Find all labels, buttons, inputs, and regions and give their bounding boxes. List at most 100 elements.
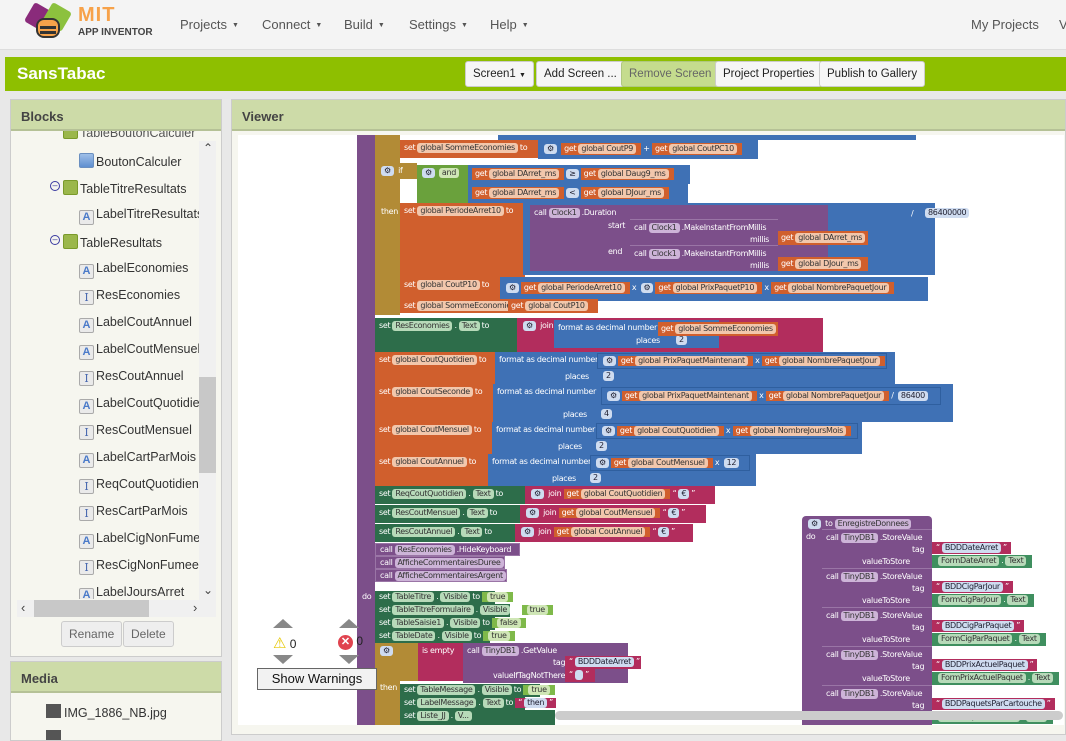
property-field[interactable]: Text bbox=[461, 527, 483, 537]
text-block[interactable]: “then” bbox=[515, 698, 557, 708]
delete-button[interactable]: Delete bbox=[123, 621, 174, 647]
var-field[interactable]: global DArret_ms bbox=[489, 188, 560, 198]
call-procedure-block[interactable]: call AfficheCommentairesArgent bbox=[375, 569, 507, 582]
property-field[interactable]: Visible bbox=[479, 605, 510, 615]
show-warnings-button[interactable]: Show Warnings bbox=[257, 668, 377, 690]
get-block[interactable]: get global PrixPaquetP10 bbox=[655, 282, 763, 294]
remove-screen-button[interactable]: Remove Screen bbox=[621, 61, 720, 87]
text-block[interactable]: “BDDDateArret” bbox=[565, 656, 641, 669]
property-field[interactable]: Visible bbox=[441, 631, 472, 641]
gear-icon[interactable]: ⚙ bbox=[506, 283, 519, 293]
format-decimal-block[interactable]: format as decimal number places 2 ⚙ get glo… bbox=[488, 454, 756, 486]
number-field[interactable]: 2 bbox=[676, 335, 687, 345]
set-global-block[interactable]: set global CoutMensuel to bbox=[375, 422, 495, 454]
menu-settings[interactable]: Settings ▼ bbox=[409, 17, 468, 32]
link-view-trash[interactable]: V bbox=[1059, 17, 1066, 32]
math-multiply-block[interactable]: ⚙ get global PrixPaquetMaintenant x get glo… bbox=[597, 353, 887, 369]
tree-item[interactable]: A LabelCigNonFumee bbox=[79, 531, 207, 549]
number-field[interactable]: 12 bbox=[723, 458, 740, 468]
math-divide-block[interactable]: ⚙ get global PrixPaquetMaintenant x get glo… bbox=[601, 387, 941, 405]
var-field[interactable]: global SommeEconomies bbox=[417, 301, 518, 311]
text-field[interactable]: € bbox=[658, 527, 670, 537]
set-property-block[interactable]: set TableMessage. Visible to true bbox=[400, 684, 555, 697]
component-field[interactable]: TableSaisie1 bbox=[392, 618, 445, 628]
make-instant-block[interactable]: call Clock1 .MakeInstantFromMillis millis bbox=[630, 245, 778, 271]
get-block[interactable]: get global DJour_ms bbox=[580, 187, 670, 199]
component-field[interactable]: TinyDB1 bbox=[840, 533, 878, 543]
gear-icon[interactable]: ⚙ bbox=[531, 489, 544, 499]
workspace-horizontal-scrollbar[interactable] bbox=[555, 711, 1063, 720]
var-field[interactable]: global CoutAnnuel bbox=[570, 527, 646, 537]
tree-item-tabletitreresultats[interactable]: TableTitreResultats bbox=[63, 180, 187, 196]
component-field[interactable]: TableTitre bbox=[392, 592, 435, 602]
number-field[interactable]: 2 bbox=[603, 371, 614, 381]
text-field[interactable]: BDDPaquetsParCartouche bbox=[941, 699, 1045, 709]
boolean-block[interactable]: true bbox=[523, 685, 555, 695]
project-properties-button[interactable]: Project Properties bbox=[715, 61, 823, 87]
get-property-block[interactable]: FormDateArret. Text bbox=[932, 555, 1033, 568]
text-field[interactable]: € bbox=[678, 489, 690, 499]
tree-item[interactable]: I ReqCoutQuotidien bbox=[79, 477, 199, 494]
property-field[interactable]: Text bbox=[466, 508, 488, 518]
component-field[interactable]: TinyDB1 bbox=[481, 646, 519, 656]
compare-block[interactable]: get global DArret_ms < get global DJour_ms bbox=[468, 184, 688, 203]
component-field[interactable]: FormPrixActuelPaquet bbox=[938, 673, 1026, 683]
compare-block[interactable]: get global DArret_ms ≥ get global Daug9_ms bbox=[468, 165, 690, 184]
get-property-block[interactable]: FormCigParPaquet. Text bbox=[932, 633, 1046, 646]
math-add-block[interactable]: ⚙ get global CoutP9 + get global CoutPC10 bbox=[538, 139, 758, 159]
var-field[interactable]: global CoutMensuel bbox=[575, 508, 656, 518]
text-block[interactable]: “BDDDateArret” bbox=[932, 542, 1011, 554]
text-block[interactable]: “BDDPaquetsParCartouche” bbox=[932, 698, 1055, 710]
tree-item[interactable]: A LabelCoutAnnuel bbox=[79, 315, 192, 333]
get-block[interactable]: get global NombreJoursMois bbox=[732, 426, 851, 436]
get-block[interactable]: get global CoutP10 bbox=[508, 299, 598, 313]
var-field[interactable]: global NombreJoursMois bbox=[749, 426, 846, 436]
media-item[interactable]: IMG_1886_NB.jpg bbox=[46, 704, 167, 720]
is-empty-block[interactable]: is empty bbox=[418, 643, 466, 681]
get-block[interactable]: get global SommeEconomies bbox=[658, 322, 778, 336]
var-field[interactable]: global CoutQuotidien bbox=[392, 355, 477, 365]
var-field[interactable]: global PeriodeArret10 bbox=[417, 206, 504, 216]
tree-item[interactable]: I ResCoutMensuel bbox=[79, 423, 192, 440]
var-field[interactable]: global SommeEconomies bbox=[675, 324, 776, 334]
boolean-field[interactable]: true bbox=[526, 605, 548, 615]
number-block[interactable]: 2 bbox=[601, 371, 616, 381]
component-field[interactable]: TinyDB1 bbox=[840, 689, 878, 699]
property-field[interactable]: Text bbox=[1007, 595, 1029, 605]
compare-op[interactable]: ≥ bbox=[566, 169, 579, 179]
component-field[interactable]: TinyDB1 bbox=[840, 650, 878, 660]
get-block[interactable]: get global NombrePaquetJour bbox=[761, 356, 886, 366]
get-block[interactable]: get global PrixPaquetMaintenant bbox=[617, 356, 753, 366]
tree-item-labeltitreresultats[interactable]: A LabelTitreResultats bbox=[79, 207, 203, 225]
tree-horizontal-scrollbar[interactable]: ‹ › bbox=[17, 600, 216, 617]
var-field[interactable]: global DJour_ms bbox=[597, 188, 665, 198]
var-field[interactable]: global CoutMensuel bbox=[392, 425, 472, 435]
format-decimal-block[interactable]: format as decimal number places 2 ⚙ get glo… bbox=[492, 422, 862, 454]
call-hidekeyboard-block[interactable]: call ResEconomies .HideKeyboard bbox=[375, 543, 520, 556]
property-field[interactable]: Text bbox=[1032, 673, 1053, 683]
property-field[interactable]: Text bbox=[482, 698, 504, 708]
var-field[interactable]: global CoutMensuel bbox=[628, 458, 708, 468]
get-block[interactable]: get global CoutMensuel bbox=[558, 508, 661, 518]
property-field[interactable]: Text bbox=[1005, 556, 1027, 566]
text-field[interactable]: € bbox=[668, 508, 680, 518]
set-property-block[interactable]: set ReqCoutQuotidien. Text to bbox=[375, 486, 525, 504]
scrollbar-thumb[interactable] bbox=[199, 377, 216, 473]
text-field[interactable]: BDDDateArret bbox=[941, 543, 1001, 553]
component-field[interactable]: TableTitreFormulaire bbox=[392, 605, 474, 615]
text-field[interactable]: BDDCigParJour bbox=[941, 582, 1003, 592]
component-field[interactable]: LabelMessage bbox=[417, 698, 477, 708]
gear-icon[interactable]: ⚙ bbox=[640, 283, 654, 293]
component-field[interactable]: Clock1 bbox=[648, 249, 680, 259]
property-field[interactable]: Visible bbox=[450, 618, 481, 628]
gear-icon[interactable]: ⚙ bbox=[544, 144, 557, 154]
tinydb-storevalue-block[interactable]: callTinyDB1.StoreValue tagvalueToStore bbox=[822, 646, 932, 685]
component-field[interactable]: TableDate bbox=[392, 631, 436, 641]
set-property-block[interactable]: set Liste_JJ. V... bbox=[400, 710, 555, 725]
call-procedure-block[interactable]: call AfficheCommentairesDuree bbox=[375, 556, 505, 569]
property-field[interactable]: Visible bbox=[481, 685, 512, 695]
component-field[interactable]: FormDateArret bbox=[938, 556, 1000, 566]
boolean-block[interactable]: true bbox=[482, 592, 514, 602]
var-field[interactable]: global NombrePaquetJour bbox=[788, 283, 890, 293]
collapse-icon[interactable]: – bbox=[50, 181, 60, 191]
